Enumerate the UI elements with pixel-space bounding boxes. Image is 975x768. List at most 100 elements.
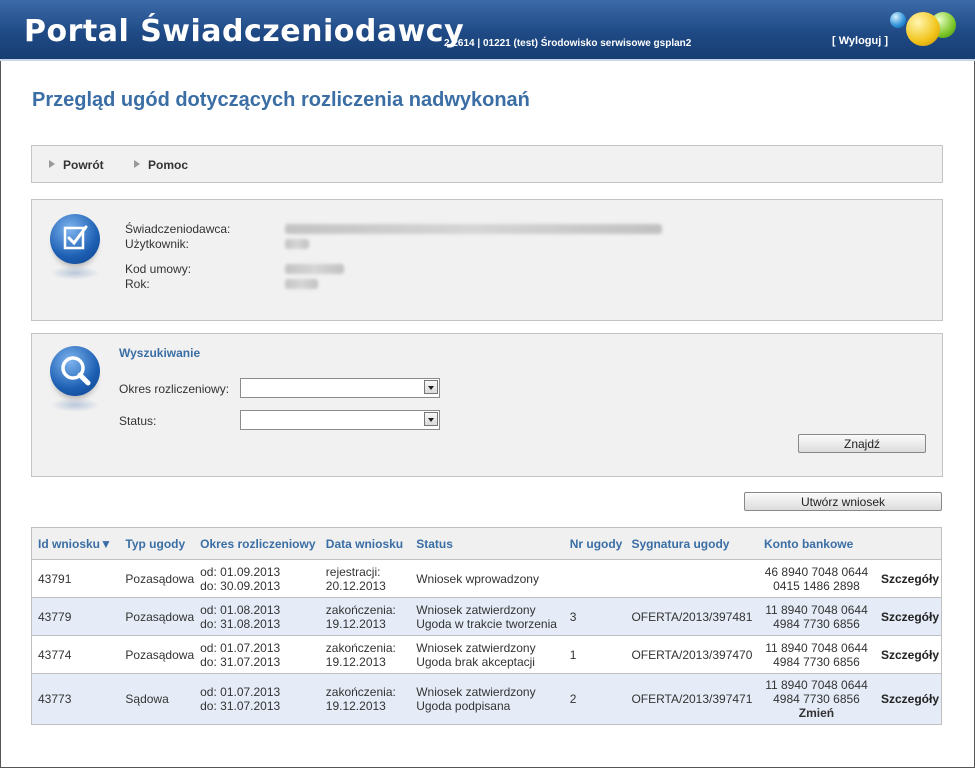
page-title: Przegląd ugód dotyczących rozliczenia na… [32, 89, 530, 111]
triangle-right-icon [134, 160, 140, 168]
triangle-right-icon [49, 160, 55, 168]
info-panel: Świadczeniodawca: Użytkownik: Kod umowy:… [31, 199, 943, 321]
col-date-header[interactable]: Data wniosku [319, 527, 411, 560]
create-request-button[interactable]: Utwórz wniosek [744, 492, 942, 511]
row-account-line1: 46 8940 7048 0644 [764, 564, 869, 579]
row-period-from: od: 01.07.2013 [200, 640, 281, 655]
row-status-line1: Wniosek zatwierdzony [416, 685, 536, 699]
table-header-row: Id wniosku▼ Typ ugody Okres rozliczeniow… [31, 527, 942, 560]
header-bar: Portal Świadczeniodawcy 2.2614 | 01221 (… [0, 0, 975, 61]
details-link[interactable]: Szczegóły [874, 673, 942, 725]
portal-title: Portal Świadczeniodawcy [24, 14, 465, 49]
row-date-label: zakończenia: [325, 685, 396, 699]
change-account-link[interactable]: Zmień [758, 706, 875, 720]
row-period-to: do: 31.07.2013 [200, 654, 281, 669]
row-date: zakończenia: 19.12.2013 [319, 635, 411, 674]
row-period-from: od: 01.07.2013 [200, 685, 281, 699]
icon-reflection [50, 398, 100, 412]
row-period: od: 01.08.2013 do: 31.08.2013 [194, 597, 320, 636]
col-id-header[interactable]: Id wniosku▼ [31, 527, 120, 560]
year-label: Rok: [125, 277, 150, 291]
col-period-header[interactable]: Okres rozliczeniowy [194, 527, 320, 560]
row-account-line2: 4984 7730 6856 [773, 616, 860, 631]
row-period-from: od: 01.08.2013 [200, 602, 281, 617]
col-status-header[interactable]: Status [410, 527, 564, 560]
row-account: 11 8940 7048 0644 4984 7730 6856 [757, 597, 875, 636]
row-period: od: 01.09.2013 do: 30.09.2013 [194, 559, 320, 598]
status-select[interactable] [240, 410, 440, 430]
search-panel: Wyszukiwanie Okres rozliczeniowy: Status… [31, 333, 943, 477]
row-date-label: rejestracji: [325, 564, 381, 579]
row-date-label: zakończenia: [325, 640, 396, 655]
row-status-line2: Ugoda brak akceptacji [416, 654, 535, 669]
row-period-to: do: 31.08.2013 [200, 616, 281, 631]
period-label: Okres rozliczeniowy: [119, 382, 230, 396]
row-period-from: od: 01.09.2013 [200, 564, 281, 579]
row-type: Pozasądowa [119, 597, 195, 636]
user-value-redacted [285, 239, 309, 249]
col-nr-header[interactable]: Nr ugody [563, 527, 626, 560]
row-account-line2: 4984 7730 6856 [773, 692, 860, 706]
row-date-value: 19.12.2013 [325, 654, 386, 669]
help-link[interactable]: Pomoc [134, 158, 188, 172]
row-date-value: 19.12.2013 [325, 699, 386, 713]
row-date: zakończenia: 19.12.2013 [319, 597, 411, 636]
row-type: Sądowa [119, 673, 195, 725]
col-type-header[interactable]: Typ ugody [119, 527, 195, 560]
provider-label: Świadczeniodawca: [125, 222, 231, 236]
row-signature: OFERTA/2013/397470 [625, 635, 758, 674]
row-period: od: 01.07.2013 do: 31.07.2013 [194, 635, 320, 674]
details-link[interactable]: Szczegóły [874, 559, 942, 598]
row-nr: 1 [563, 635, 626, 674]
row-period-to: do: 31.07.2013 [200, 699, 281, 713]
year-value-redacted [285, 279, 318, 289]
row-nr: 3 [563, 597, 626, 636]
row-status-line2: Ugoda w trakcie tworzenia [416, 616, 557, 631]
row-account-line1: 11 8940 7048 0644 [765, 602, 868, 617]
row-type: Pozasądowa [119, 635, 195, 674]
user-label: Użytkownik: [125, 237, 190, 251]
table-row: 43774 Pozasądowa od: 01.07.2013 do: 31.07… [31, 635, 942, 674]
col-details-header [874, 527, 942, 560]
row-status: Wniosek zatwierdzony Ugoda brak akceptacj… [410, 635, 564, 674]
back-link[interactable]: Powrót [49, 158, 104, 172]
logo-yellow-ball-icon [906, 12, 940, 46]
row-nr: 2 [563, 673, 626, 725]
help-label: Pomoc [148, 158, 189, 172]
row-status: Wniosek zatwierdzony Ugoda w trakcie twor… [410, 597, 564, 636]
icon-reflection [50, 266, 100, 280]
row-id: 43791 [31, 559, 120, 598]
row-date: rejestracji: 20.12.2013 [319, 559, 411, 598]
row-status-line1: Wniosek zatwierdzony [416, 640, 536, 655]
search-title: Wyszukiwanie [119, 346, 201, 360]
row-status: Wniosek wprowadzony [410, 559, 564, 598]
row-id: 43773 [31, 673, 120, 725]
row-period-to: do: 30.09.2013 [200, 578, 281, 593]
row-signature [625, 559, 758, 598]
status-label: Status: [119, 414, 157, 428]
row-date-value: 20.12.2013 [325, 578, 386, 593]
back-label: Powrót [63, 158, 104, 172]
chevron-down-icon[interactable] [424, 380, 438, 394]
row-status: Wniosek zatwierdzony Ugoda podpisana [410, 673, 564, 725]
row-account: 11 8940 7048 0644 4984 7730 6856 Zmień [757, 673, 875, 725]
find-button[interactable]: Znajdź [798, 434, 926, 453]
nav-bar: Powrót Pomoc [31, 145, 943, 183]
row-account-line2: 4984 7730 6856 [773, 654, 860, 669]
table-row: 43779 Pozasądowa od: 01.08.2013 do: 31.08… [31, 597, 942, 636]
chevron-down-icon[interactable] [424, 412, 438, 426]
row-status-line2: Ugoda podpisana [416, 699, 511, 713]
row-status-line1: Wniosek wprowadzony [416, 571, 539, 586]
row-signature: OFERTA/2013/397471 [625, 673, 758, 725]
table-row: 43791 Pozasądowa od: 01.09.2013 do: 30.09… [31, 559, 942, 598]
row-type: Pozasądowa [119, 559, 195, 598]
col-signature-header[interactable]: Sygnatura ugody [625, 527, 758, 560]
row-account-line1: 11 8940 7048 0644 [765, 678, 868, 692]
logo-blue-ball-icon [890, 12, 906, 28]
logout-link[interactable]: [ Wyloguj ] [832, 35, 888, 47]
row-date-label: zakończenia: [325, 602, 396, 617]
details-link[interactable]: Szczegóły [874, 597, 942, 636]
period-select[interactable] [240, 378, 440, 398]
col-account-header[interactable]: Konto bankowe [757, 527, 875, 560]
details-link[interactable]: Szczegóły [874, 635, 942, 674]
